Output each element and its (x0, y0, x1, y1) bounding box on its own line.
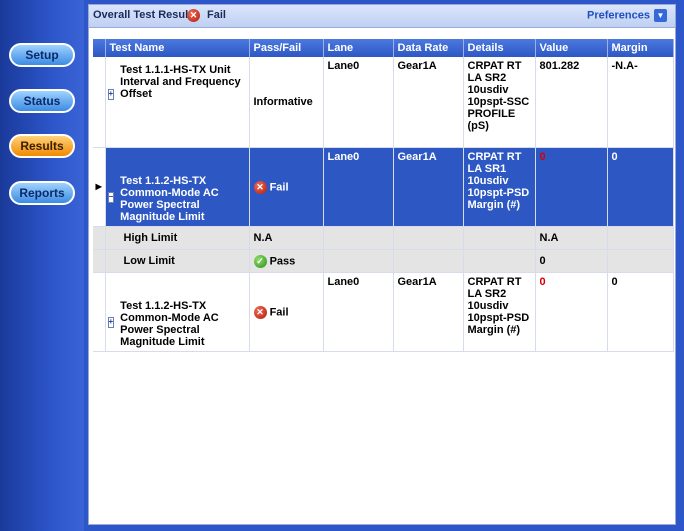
check-circle-icon: ✓ (253, 254, 267, 268)
overall-result-bar: Overall Test Result : ✕ Fail Preferences… (89, 5, 675, 28)
value-cell: 0 (535, 272, 608, 352)
limit-row: High Limit N.A N.A (93, 226, 674, 250)
test-name: Test 1.1.2-HS-TX Common-Mode AC Power Sp… (120, 175, 219, 223)
preferences-menu[interactable]: Preferences ▼ (587, 9, 667, 22)
pass-fail-text: Fail (269, 180, 289, 193)
col-test-name[interactable]: Test Name (105, 39, 250, 57)
minus-box-icon[interactable]: − (107, 192, 115, 203)
margin-cell: 0 (607, 147, 674, 227)
reports-button[interactable]: Reports (9, 181, 75, 205)
value-cell: 801.282 (535, 57, 608, 148)
header-gutter (93, 39, 106, 57)
results-frame: Overall Test Result : ✕ Fail Preferences… (84, 0, 684, 531)
plus-box-icon[interactable]: + (107, 89, 115, 100)
limit-value: 0 (535, 249, 608, 273)
details-cell: CRPAT RT LA SR2 10usdiv 10pspt-SSC PROFI… (463, 57, 536, 148)
limit-empty (393, 249, 464, 273)
details-cell: CRPAT RT LA SR1 10usdiv 10pspt-PSD Margi… (463, 147, 536, 227)
pass-fail-text: Informative (253, 96, 313, 108)
row-gutter (93, 226, 106, 250)
col-value[interactable]: Value (535, 39, 608, 57)
col-data-rate[interactable]: Data Rate (393, 39, 464, 57)
chevron-down-icon[interactable]: ▼ (654, 9, 667, 22)
lane-cell: Lane0 (323, 272, 394, 352)
limit-empty (323, 249, 394, 273)
pass-fail-text: Fail (269, 305, 289, 318)
limit-label: Low Limit (105, 249, 250, 273)
details-cell: CRPAT RT LA SR2 10usdiv 10pspt-PSD Margi… (463, 272, 536, 352)
lane-cell: Lane0 (323, 57, 394, 148)
results-button[interactable]: Results (9, 134, 75, 158)
fail-icon: ✕ (253, 305, 267, 319)
col-lane[interactable]: Lane (323, 39, 394, 57)
limit-empty (463, 226, 536, 250)
table-header: Test Name Pass/Fail Lane Data Rate Detai… (93, 39, 674, 57)
limit-pass-fail: N.A (249, 226, 324, 250)
margin-cell: 0 (607, 272, 674, 352)
data-rate-cell: Gear1A (393, 57, 464, 148)
results-table: Test Name Pass/Fail Lane Data Rate Detai… (93, 39, 674, 352)
fail-icon: ✕ (187, 9, 200, 22)
fail-icon: ✕ (253, 180, 267, 194)
pass-fail-cell: ✕ Fail (249, 272, 324, 352)
limit-label: High Limit (105, 226, 250, 250)
results-panel: Overall Test Result : ✕ Fail Preferences… (88, 4, 676, 525)
row-gutter (93, 272, 106, 352)
limit-value: N.A (535, 226, 608, 250)
limit-empty (607, 249, 674, 273)
pass-fail-cell: Informative (249, 57, 324, 148)
limit-empty (323, 226, 394, 250)
col-margin[interactable]: Margin (607, 39, 674, 57)
table-row-selected[interactable]: ▶ − Test 1.1.2-HS-TX Common-Mode AC Powe… (93, 147, 674, 227)
sidebar: Setup Status Results Reports (0, 0, 84, 531)
limit-pass-fail: Pass (269, 254, 296, 267)
limit-empty (393, 226, 464, 250)
triangle-right-icon: ▶ (93, 147, 106, 227)
row-gutter (93, 57, 106, 148)
overall-result-label: Overall Test Result : (93, 9, 199, 21)
test-name: Test 1.1.1-HS-TX Unit Interval and Frequ… (120, 64, 241, 100)
preferences-label: Preferences (587, 9, 650, 22)
table-row[interactable]: + Test 1.1.2-HS-TX Common-Mode AC Power … (93, 272, 674, 352)
test-name-cell: − Test 1.1.2-HS-TX Common-Mode AC Power … (105, 147, 250, 227)
test-name: Test 1.1.2-HS-TX Common-Mode AC Power Sp… (120, 300, 219, 348)
overall-result-value: Fail (207, 9, 226, 21)
col-details[interactable]: Details (463, 39, 536, 57)
margin-cell: -N.A- (607, 57, 674, 148)
lane-cell: Lane0 (323, 147, 394, 227)
test-name-cell: + Test 1.1.2-HS-TX Common-Mode AC Power … (105, 272, 250, 352)
value-cell: 0 (535, 147, 608, 227)
limit-empty (607, 226, 674, 250)
test-name-cell: + Test 1.1.1-HS-TX Unit Interval and Fre… (105, 57, 250, 148)
pass-fail-cell: ✕ Fail (249, 147, 324, 227)
status-button[interactable]: Status (9, 89, 75, 113)
limit-row: Low Limit ✓ Pass 0 (93, 249, 674, 273)
data-rate-cell: Gear1A (393, 147, 464, 227)
table-row[interactable]: + Test 1.1.1-HS-TX Unit Interval and Fre… (93, 57, 674, 148)
col-pass-fail[interactable]: Pass/Fail (249, 39, 324, 57)
setup-button[interactable]: Setup (9, 43, 75, 67)
limit-pass-fail-cell: ✓ Pass (249, 249, 324, 273)
limit-empty (463, 249, 536, 273)
row-gutter (93, 249, 106, 273)
plus-box-icon[interactable]: + (107, 317, 115, 328)
data-rate-cell: Gear1A (393, 272, 464, 352)
